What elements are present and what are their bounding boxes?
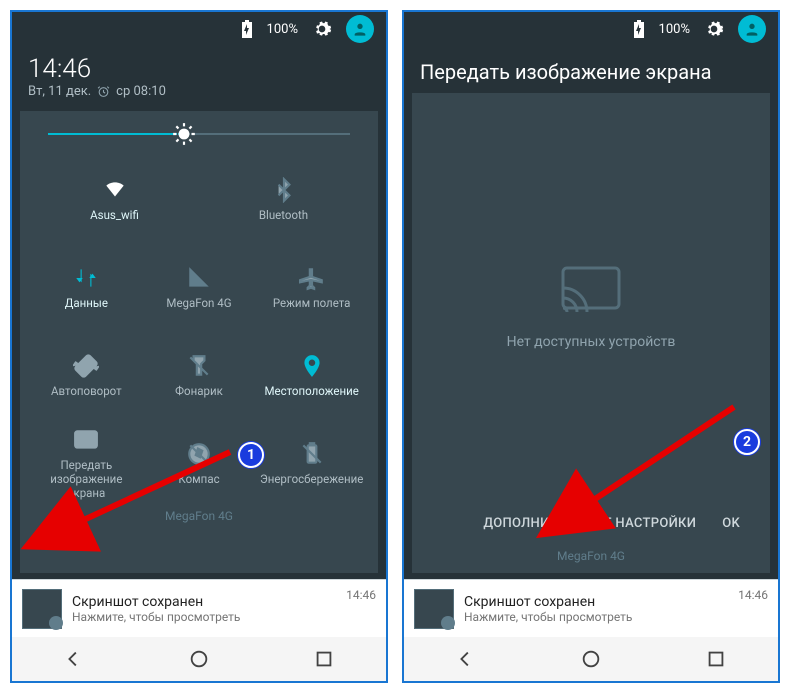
notification-subtitle: Нажмите, чтобы просмотреть — [464, 610, 728, 624]
navigation-bar — [12, 637, 386, 681]
location-icon — [299, 353, 325, 379]
cast-empty-message: Нет доступных устройств — [507, 334, 676, 350]
signal-icon — [186, 265, 212, 291]
clock: 14:46 — [28, 54, 370, 84]
notification-thumbnail — [414, 589, 454, 629]
brightness-slider[interactable] — [30, 125, 368, 153]
tile-label: Энергосбережение — [260, 473, 363, 487]
date-text: Вт, 11 дек. — [28, 84, 91, 99]
cast-icon — [559, 264, 623, 316]
dateline: Вт, 11 дек. ср 08:10 — [28, 84, 370, 99]
tile-location[interactable]: Местоположение — [255, 335, 368, 417]
tile-autorotate[interactable]: Автоповорот — [30, 335, 143, 417]
flashlight-icon — [186, 353, 212, 379]
tile-bluetooth[interactable]: Bluetooth — [199, 159, 368, 241]
annotation-arrow-2 — [572, 401, 742, 516]
more-settings-button[interactable]: ДОПОЛНИТЕЛЬНЫЕ НАСТРОЙКИ — [483, 516, 696, 531]
cast-title: Передать изображение экрана — [420, 60, 762, 85]
back-icon[interactable] — [455, 648, 477, 670]
carrier-footer: MegaFon 4G — [422, 545, 760, 565]
tile-label: Данные — [65, 297, 108, 311]
tile-label: Bluetooth — [259, 209, 308, 223]
autorotate-icon — [73, 353, 99, 379]
tiles-row-2: Данные MegaFon 4G Режим полета — [30, 247, 368, 329]
notification-thumbnail — [22, 589, 62, 629]
brightness-icon[interactable] — [171, 121, 197, 147]
tile-label: MegaFon 4G — [166, 297, 231, 311]
tile-label: Местоположение — [264, 385, 358, 399]
quick-settings-panel: Asus_wifi Bluetooth Данные MegaFon 4G Ре… — [20, 111, 378, 573]
cast-title-block: Передать изображение экрана — [404, 46, 778, 93]
tiles-row-1: Asus_wifi Bluetooth — [30, 159, 368, 241]
tile-airplane[interactable]: Режим полета — [255, 247, 368, 329]
profile-avatar[interactable] — [738, 15, 766, 43]
airplane-icon — [299, 265, 325, 291]
datetime-block: 14:46 Вт, 11 дек. ср 08:10 — [12, 46, 386, 111]
status-bar: 100% — [12, 12, 386, 46]
tile-battery-saver[interactable]: Энергосбережение — [255, 423, 368, 505]
ok-button[interactable]: OK — [722, 516, 740, 531]
battery-percent: 100% — [267, 22, 298, 37]
recents-icon[interactable] — [313, 648, 335, 670]
recents-icon[interactable] — [705, 648, 727, 670]
annotation-arrow-1 — [60, 446, 240, 536]
battery-charging-icon — [241, 20, 253, 38]
notification-timestamp: 14:46 — [346, 588, 376, 602]
notification-subtitle: Нажмите, чтобы просмотреть — [72, 610, 336, 624]
tile-label: Asus_wifi — [90, 209, 139, 223]
notification-title: Скриншот сохранен — [464, 594, 728, 610]
battery-percent: 100% — [659, 22, 690, 37]
tile-wifi[interactable]: Asus_wifi — [30, 159, 199, 241]
screenshot-right: 100% Передать изображение экрана Нет дос… — [402, 10, 780, 683]
tile-signal[interactable]: MegaFon 4G — [143, 247, 256, 329]
notification-timestamp: 14:46 — [738, 588, 768, 602]
cast-panel: Нет доступных устройств ДОПОЛНИТЕЛЬНЫЕ Н… — [412, 93, 770, 573]
status-bar: 100% — [404, 12, 778, 46]
battery-charging-icon — [633, 20, 645, 38]
notification-title: Скриншот сохранен — [72, 594, 336, 610]
data-arrows-icon — [73, 265, 99, 291]
wifi-icon — [102, 177, 128, 203]
alarm-text: ср 08:10 — [116, 84, 166, 99]
home-icon[interactable] — [580, 648, 602, 670]
tile-flashlight[interactable]: Фонарик — [143, 335, 256, 417]
notification-screenshot[interactable]: Скриншот сохранен Нажмите, чтобы просмот… — [404, 579, 778, 637]
back-icon[interactable] — [63, 648, 85, 670]
gear-icon[interactable] — [704, 19, 724, 39]
tile-label: Автоповорот — [51, 385, 122, 399]
home-icon[interactable] — [188, 648, 210, 670]
tile-label: Режим полета — [273, 297, 351, 311]
alarm-icon — [97, 85, 110, 98]
bluetooth-icon — [271, 177, 297, 203]
annotation-badge-2: 2 — [734, 429, 760, 455]
tile-data[interactable]: Данные — [30, 247, 143, 329]
gear-icon[interactable] — [312, 19, 332, 39]
notification-screenshot[interactable]: Скриншот сохранен Нажмите, чтобы просмот… — [12, 579, 386, 637]
tile-label: Фонарик — [175, 385, 223, 399]
annotation-badge-1: 1 — [238, 442, 264, 468]
profile-avatar[interactable] — [346, 15, 374, 43]
navigation-bar — [404, 637, 778, 681]
screenshot-left: 100% 14:46 Вт, 11 дек. ср 08:10 Asus_wif… — [10, 10, 388, 683]
tiles-row-3: Автоповорот Фонарик Местоположение — [30, 335, 368, 417]
battery-saver-icon — [299, 441, 325, 467]
